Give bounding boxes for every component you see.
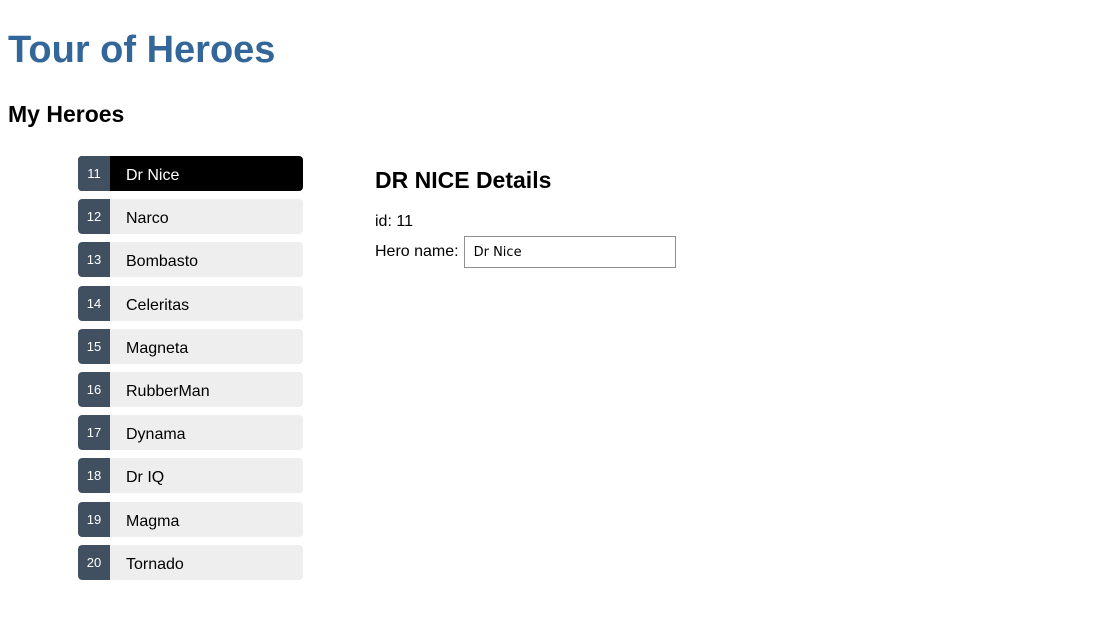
hero-id-badge: 15 [78,328,110,364]
hero-name: Dynama [126,426,186,444]
hero-list-item[interactable]: 11 Dr Nice [78,156,303,191]
hero-name: Dr Nice [126,167,180,184]
hero-id-label: id: [375,213,392,230]
hero-id-badge: 17 [78,415,110,451]
hero-id-badge: 11 [78,156,110,191]
hero-name-input[interactable] [463,236,676,268]
hero-list-item[interactable]: 20 Tornado [78,544,303,580]
hero-name: Magma [126,512,180,530]
hero-list-item[interactable]: 17 Dynama [78,415,303,451]
hero-list-item[interactable]: 18 Dr IQ [78,458,303,494]
hero-list-item[interactable]: 13 Bombasto [78,242,303,278]
hero-id-value: 11 [396,213,413,230]
hero-id-row: id: 11 [375,212,775,232]
hero-list-item[interactable]: 16 RubberMan [78,371,303,407]
hero-name: Dr IQ [126,469,165,487]
hero-name: Narco [126,210,169,228]
hero-list-item[interactable]: 15 Magneta [78,328,303,364]
hero-name: Tornado [126,555,184,573]
hero-id-badge: 16 [78,371,110,407]
app-title: Tour of Heroes [8,29,276,71]
hero-list-item[interactable]: 12 Narco [78,199,303,235]
hero-id-badge: 19 [78,501,110,537]
hero-name: RubberMan [126,382,210,400]
hero-list-item[interactable]: 19 Magma [78,501,303,537]
hero-name: Celeritas [126,296,190,314]
hero-id-badge: 12 [78,199,110,235]
hero-list-item[interactable]: 14 Celeritas [78,285,303,321]
hero-name: Bombasto [126,253,199,271]
hero-id-badge: 20 [78,544,110,580]
hero-name: Magneta [126,339,189,357]
hero-name-row: Hero name: [375,236,775,268]
hero-id-badge: 18 [78,458,110,494]
heroes-list: 11 Dr Nice 12 Narco 13 Bombasto 14 Celer… [78,156,303,588]
hero-id-badge: 14 [78,285,110,321]
hero-name-label: Hero name: [375,243,459,260]
hero-details-title: DR NICE Details [375,167,552,193]
hero-id-badge: 13 [78,242,110,278]
hero-details-panel: DR NICE Details id: 11 Hero name: [375,162,775,268]
heroes-section-title: My Heroes [8,101,125,127]
